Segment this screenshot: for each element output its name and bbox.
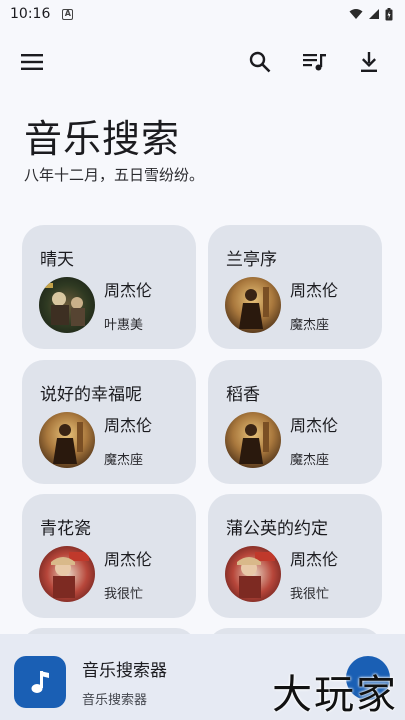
album-art — [225, 277, 281, 333]
player-art — [14, 656, 66, 708]
song-card[interactable]: 青花瓷 周杰伦 我很忙 — [22, 494, 196, 618]
song-album: 叶惠美 — [104, 318, 144, 333]
song-title: 稻香 — [226, 385, 260, 405]
song-title: 青花瓷 — [40, 519, 91, 539]
playlist-button[interactable] — [297, 44, 333, 80]
song-card[interactable]: 蒲公英的约定 周杰伦 我很忙 — [208, 494, 382, 618]
song-title: 说好的幸福呢 — [40, 385, 142, 405]
player-title: 音乐搜索器 — [82, 661, 167, 681]
download-button[interactable] — [351, 44, 387, 80]
song-album: 魔杰座 — [104, 453, 144, 468]
wifi-icon — [349, 9, 363, 19]
search-icon — [249, 51, 271, 73]
download-icon — [361, 52, 377, 72]
song-title: 晴天 — [40, 250, 74, 270]
song-singer: 周杰伦 — [290, 281, 339, 300]
page-subtitle: 八年十二月，五日雪纷纷。 — [24, 166, 205, 184]
song-title: 蒲公英的约定 — [226, 519, 328, 539]
song-card[interactable]: 晴天 周杰伦 叶惠美 — [22, 225, 196, 349]
song-card[interactable]: 稻香 周杰伦 魔杰座 — [208, 360, 382, 484]
status-time: 10:16 — [10, 6, 51, 22]
song-singer: 周杰伦 — [104, 550, 153, 569]
top-app-bar — [0, 40, 405, 84]
cellular-icon — [369, 9, 379, 19]
status-bar: 10:16 A — [0, 0, 405, 28]
playlist-icon — [303, 54, 326, 71]
song-album: 魔杰座 — [290, 453, 330, 468]
watermark: 大玩家 — [272, 672, 398, 718]
song-album: 我很忙 — [104, 587, 144, 602]
song-title: 兰亭序 — [226, 250, 277, 270]
music-note-icon — [31, 671, 49, 693]
song-card[interactable]: 兰亭序 周杰伦 魔杰座 — [208, 225, 382, 349]
album-art — [39, 277, 95, 333]
album-art — [225, 412, 281, 468]
page-title: 音乐搜索 — [24, 117, 181, 161]
song-card[interactable]: 说好的幸福呢 周杰伦 魔杰座 — [22, 360, 196, 484]
song-singer: 周杰伦 — [104, 281, 153, 300]
song-singer: 周杰伦 — [290, 550, 339, 569]
search-button[interactable] — [242, 44, 278, 80]
battery-icon — [385, 7, 393, 20]
album-art — [39, 546, 95, 602]
menu-button[interactable] — [14, 44, 50, 80]
menu-icon — [21, 54, 43, 70]
song-singer: 周杰伦 — [290, 416, 339, 435]
song-album: 我很忙 — [290, 587, 330, 602]
song-album: 魔杰座 — [290, 318, 330, 333]
album-art — [39, 412, 95, 468]
song-singer: 周杰伦 — [104, 416, 153, 435]
album-art — [225, 546, 281, 602]
player-subtitle: 音乐搜索器 — [82, 693, 148, 708]
notification-icon: A — [62, 8, 74, 20]
